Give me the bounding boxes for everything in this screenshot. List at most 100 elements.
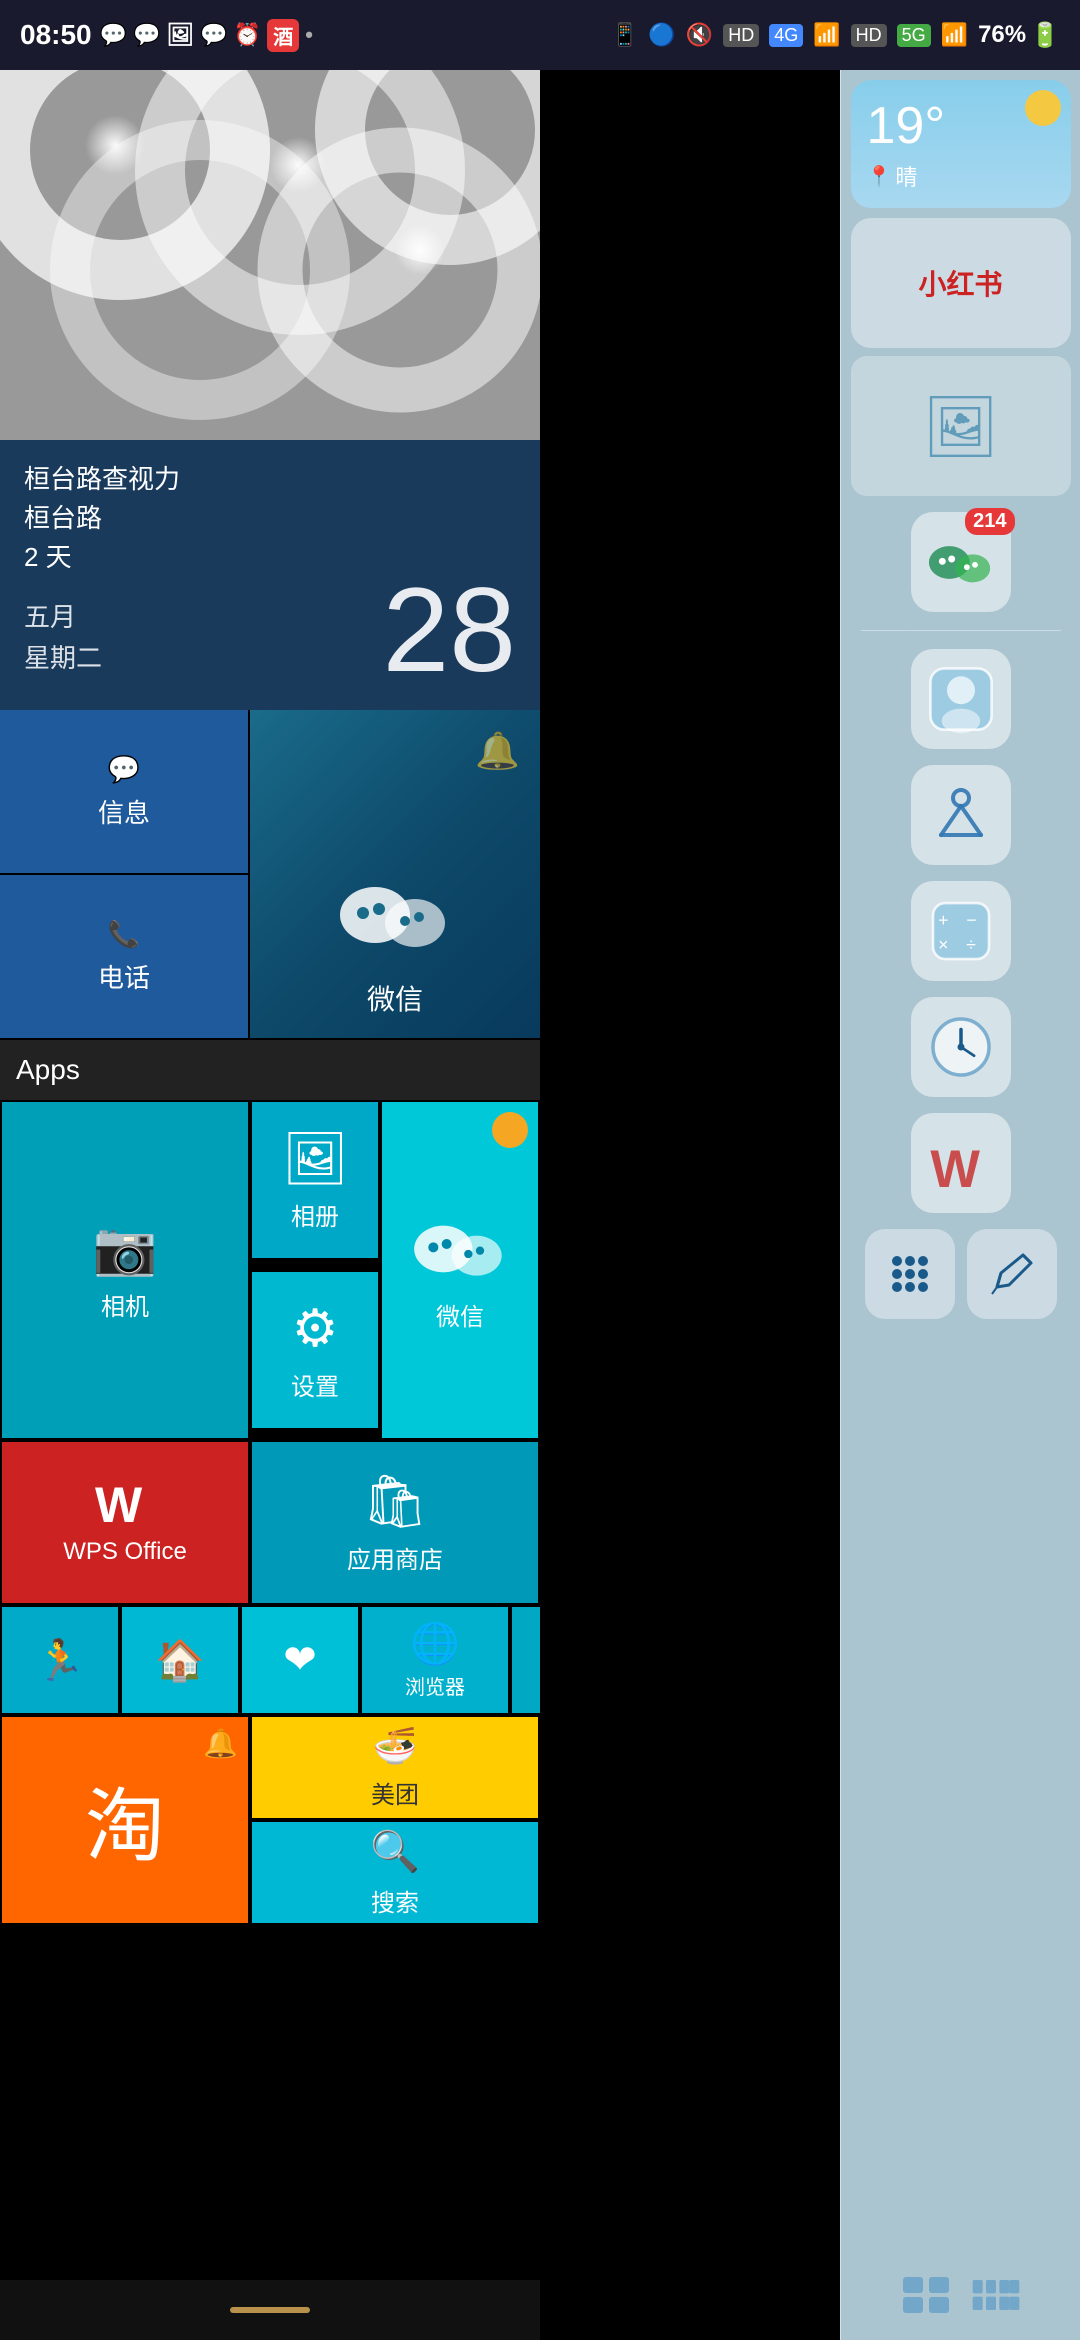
camera-icon: 📷 — [93, 1218, 158, 1279]
run-app-tile[interactable]: 🏃 — [0, 1605, 120, 1715]
settings-label: 设置 — [291, 1367, 339, 1402]
wechat-sidebar-icon[interactable]: 214 — [911, 512, 1011, 612]
svg-text:÷: ÷ — [966, 934, 976, 954]
event-location: 桓台路 — [24, 499, 516, 538]
settings-app-tile[interactable]: ⚙ 设置 — [250, 1270, 380, 1430]
mute-icon: 🔇 — [686, 22, 713, 48]
run-icon: 🏃 — [35, 1637, 85, 1684]
home-app-tile[interactable]: 🏠 — [120, 1605, 240, 1715]
calendar-tile[interactable]: 桓台路查视力 桓台路 2 天 五月 星期二 28 — [0, 440, 540, 710]
messages-label: 信息 — [98, 793, 150, 830]
sun-icon — [1025, 90, 1061, 126]
ceiling-photo-svg — [0, 70, 540, 440]
album-icon: 🖼 — [282, 1128, 348, 1189]
face-app-icon[interactable] — [911, 649, 1011, 749]
photo-tile[interactable] — [0, 70, 540, 440]
health-app-tile[interactable]: ❤ — [240, 1605, 360, 1715]
svg-text:W: W — [930, 1140, 980, 1196]
search-app-tile[interactable]: 🔍 搜索 — [250, 1820, 540, 1925]
appstore-label: 应用商店 — [347, 1540, 443, 1575]
svg-text:W: W — [95, 1480, 143, 1530]
home-icon: 🏠 — [155, 1637, 205, 1684]
signal-bars-1: 📶 — [813, 22, 840, 48]
clock-status-icon: ⏰ — [234, 22, 261, 48]
album-app-tile[interactable]: 🖼 相册 — [250, 1100, 380, 1260]
wechat2-status-icon: 💬 — [133, 22, 160, 48]
event-title: 桓台路查视力 — [24, 460, 516, 499]
phone-tile[interactable]: 📞 电话 — [0, 875, 250, 1040]
hd-badge: HD — [723, 24, 759, 47]
xhs-label: 小红书 — [918, 263, 1002, 303]
appstore-icon: 🛍 — [362, 1471, 428, 1532]
browser-app-tile[interactable]: 🌐 浏览器 — [360, 1605, 510, 1715]
weather-condition: 晴 — [895, 160, 917, 192]
wechat-app-icon — [410, 1209, 510, 1289]
weather-widget[interactable]: 19° 📍 晴 — [851, 80, 1071, 208]
svg-text:−: − — [966, 910, 976, 930]
appstore-app-tile[interactable]: 🛍 应用商店 — [250, 1440, 540, 1605]
msg-phone-col: 💬 信息 📞 电话 — [0, 710, 250, 1040]
calendar-event-info: 桓台路查视力 桓台路 2 天 — [24, 460, 516, 577]
taobao-app-tile[interactable]: 淘 🔔 — [0, 1715, 250, 1925]
search-label: 搜索 — [371, 1883, 419, 1918]
hd-badge2: HD — [851, 24, 887, 47]
battery-icon: 🔋 — [1030, 21, 1060, 50]
camera-app-tile[interactable]: 📷 相机 — [0, 1100, 250, 1440]
status-bar: 08:50 💬 💬 🖼 💬 ⏰ 酒 • 📱 🔵 🔇 HD 4G 📶 HD 5G … — [0, 0, 1080, 70]
right-side-panel: 19° 📍 晴 小红书 🖼 214 — [840, 70, 1080, 2340]
weather-location-row: 📍 晴 — [867, 160, 1055, 192]
search-icon: 🔍 — [370, 1828, 420, 1875]
5g-badge: 5G — [897, 24, 931, 47]
health-icon: ❤ — [283, 1637, 317, 1683]
location-icon-btn[interactable] — [911, 765, 1011, 865]
grid-icon-btn[interactable] — [865, 1229, 955, 1319]
wechat-badge — [492, 1112, 528, 1148]
wps-sidebar-icon-btn[interactable]: W — [911, 1113, 1011, 1213]
wechat-sidebar-svg — [926, 535, 996, 590]
phone-icon: 📞 — [108, 919, 140, 950]
calculator-svg-icon: + − × ÷ — [926, 896, 996, 966]
meituan-label: 美团 — [371, 1775, 419, 1810]
right-bottom-grid2-icon[interactable] — [971, 2275, 1021, 2320]
wps-label: WPS Office — [63, 1538, 187, 1566]
wechat-big-label: 微信 — [367, 978, 423, 1018]
clock-svg-icon — [926, 1012, 996, 1082]
wechat-notification-badge: 214 — [965, 508, 1014, 535]
messages-icon: 💬 — [108, 754, 140, 785]
wechat-big-tile[interactable]: 🔔 微信 — [250, 710, 540, 1040]
edit-icon-btn[interactable] — [967, 1229, 1057, 1319]
image-placeholder-icon: 🖼 — [922, 391, 998, 462]
battery-percent: 76% — [978, 21, 1026, 49]
wechat-app-tile[interactable]: 微信 — [380, 1100, 540, 1440]
meituan-app-tile[interactable]: 🍜 美团 — [250, 1715, 540, 1820]
bluetooth-icon: 🔵 — [648, 22, 675, 48]
calculator-icon-btn[interactable]: + − × ÷ — [911, 881, 1011, 981]
taobao-bell-icon: 🔔 — [203, 1727, 238, 1760]
wps-app-tile[interactable]: W WPS Office — [0, 1440, 250, 1605]
wechat-big-icon-area — [335, 875, 455, 960]
messages-tile[interactable]: 💬 信息 — [0, 710, 250, 875]
xhs-app-icon[interactable]: 小红书 — [851, 218, 1071, 348]
amap-app-tile[interactable]: 🗺 高德地图 — [510, 1605, 540, 1715]
time-display: 08:50 — [20, 19, 92, 51]
wechat-status-icon: 💬 — [100, 22, 127, 48]
apps-text: Apps — [16, 1054, 80, 1086]
small-icons-row: 🏃 🏠 ❤ 🌐 浏览器 🗺 高德地图 — [0, 1605, 540, 1715]
calendar-month: 五月 — [24, 597, 102, 639]
sidebar-divider1 — [861, 630, 1061, 631]
wps-logo-icon: W — [95, 1480, 155, 1530]
pencil-edit-icon — [987, 1249, 1037, 1299]
right-bottom-grid-icon[interactable] — [901, 2275, 951, 2320]
signal-bars-2: 📶 — [941, 22, 968, 48]
battery-indicator: 76% 🔋 — [978, 21, 1060, 50]
face-svg-icon — [926, 664, 996, 734]
sim-icon: 📱 — [611, 22, 638, 48]
wechat-app-label: 微信 — [436, 1297, 484, 1332]
gallery-status-icon: 🖼 — [166, 22, 194, 48]
sidebar-bottom-icons-row — [865, 1229, 1057, 1319]
clock-icon-btn[interactable] — [911, 997, 1011, 1097]
camera-label: 相机 — [101, 1287, 149, 1322]
notification-bell-icon: 🔔 — [475, 730, 520, 772]
wps-logo-area: W — [95, 1480, 155, 1530]
image-widget[interactable]: 🖼 — [851, 356, 1071, 496]
